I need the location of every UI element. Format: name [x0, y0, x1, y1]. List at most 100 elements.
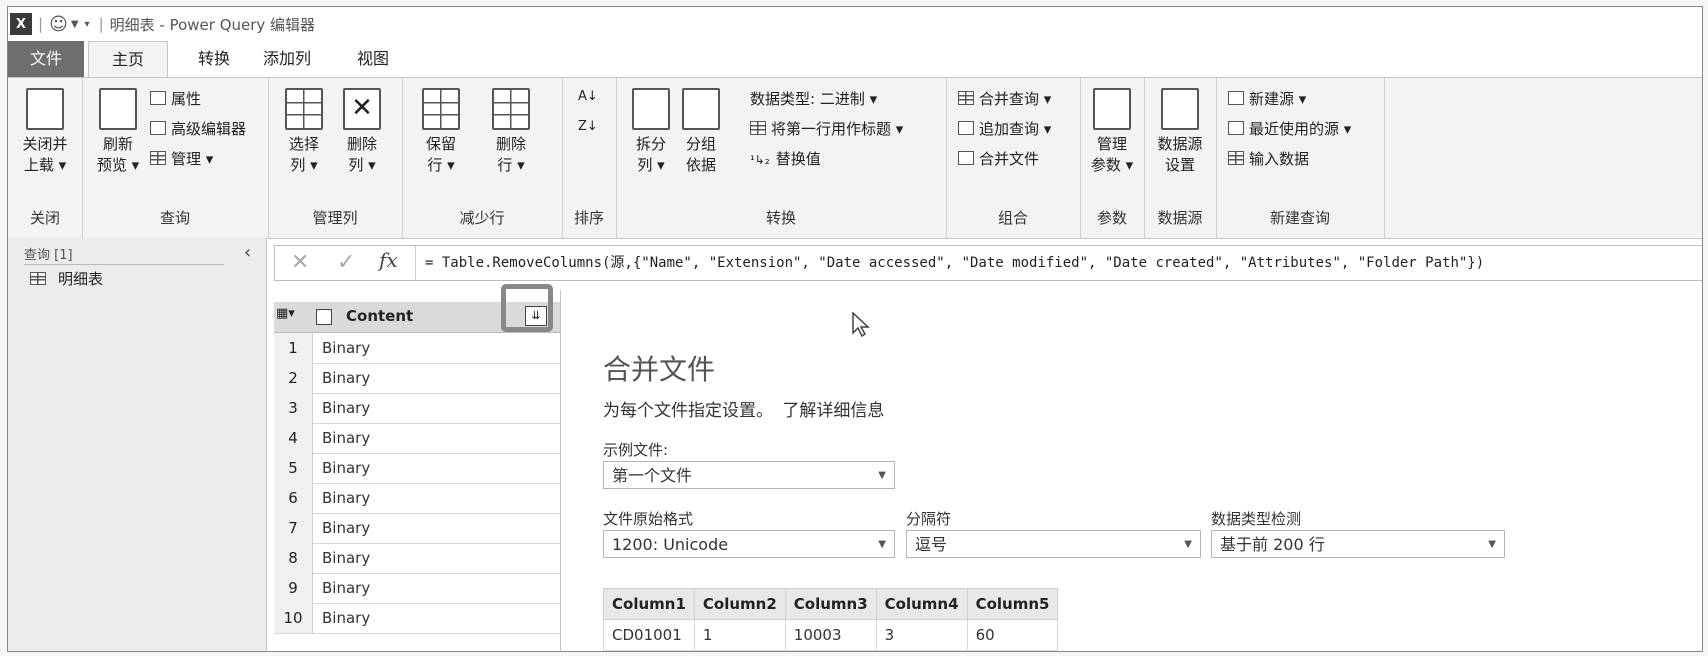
- binary-cell[interactable]: Binary: [322, 423, 370, 453]
- collapse-pane-chevron-icon[interactable]: ‹: [244, 242, 251, 263]
- remove-columns-button[interactable]: ✕ 删除 列 ▾: [338, 88, 386, 176]
- split-column-button[interactable]: 拆分 列 ▾: [628, 88, 674, 176]
- enter-data-button[interactable]: 输入数据: [1228, 148, 1309, 170]
- keep-rows-label-2: 行 ▾: [427, 156, 455, 174]
- refresh-label-2: 预览 ▾: [96, 156, 140, 174]
- formula-input[interactable]: = Table.RemoveColumns(源,{"Name", "Extens…: [425, 246, 1484, 280]
- preview-column-header: Column1: [603, 588, 695, 620]
- quick-access-customize-icon[interactable]: ▾: [85, 19, 90, 30]
- chevron-down-icon[interactable]: ▼: [71, 19, 79, 30]
- file-origin-select[interactable]: 1200: Unicode ▼: [603, 530, 895, 558]
- group-sort: A↓ Z↓ 排序: [562, 78, 617, 238]
- choose-columns-label-2: 列 ▾: [290, 156, 318, 174]
- group-transform: 拆分 列 ▾ 分组 依据 数据类型: 二进制 ▾ 将第一行用作标题 ▾ ¹↳₂ 替…: [616, 78, 947, 238]
- file-origin-label: 文件原始格式: [603, 510, 694, 528]
- data-type-dropdown[interactable]: 数据类型: 二进制 ▾: [750, 88, 877, 110]
- confirm-formula-icon[interactable]: ✓: [337, 246, 355, 280]
- panel-description: 为每个文件指定设置。 了解详细信息: [603, 396, 884, 421]
- tab-view[interactable]: 视图: [348, 41, 398, 77]
- dropdown-arrow-icon: ▼: [1184, 539, 1192, 550]
- table-row[interactable]: 4 Binary: [274, 423, 560, 454]
- sort-descending-icon[interactable]: Z↓: [578, 116, 598, 138]
- combine-files-button[interactable]: 合并文件: [958, 148, 1039, 170]
- table-row[interactable]: 3 Binary: [274, 393, 560, 424]
- tab-file[interactable]: 文件: [8, 41, 84, 77]
- row-number: 8: [274, 543, 313, 573]
- column-type-icon[interactable]: [316, 309, 332, 325]
- table-row[interactable]: 8 Binary: [274, 543, 560, 574]
- preview-column-header: Column4: [875, 588, 968, 620]
- group-new-query: 新建源 ▾ 最近使用的源 ▾ 输入数据 新建查询: [1216, 78, 1385, 238]
- append-queries-button[interactable]: 追加查询 ▾: [958, 118, 1051, 140]
- new-source-label: 新建源 ▾: [1249, 90, 1307, 108]
- group-query: 刷新 预览 ▾ 属性 高级编辑器 管理 ▾ 查询: [82, 78, 269, 238]
- binary-cell[interactable]: Binary: [322, 333, 370, 363]
- table-row[interactable]: 9 Binary: [274, 573, 560, 604]
- first-row-header-button[interactable]: 将第一行用作标题 ▾: [750, 118, 903, 140]
- data-type-detection-select[interactable]: 基于前 200 行 ▼: [1211, 530, 1505, 558]
- table-row[interactable]: 5 Binary: [274, 453, 560, 484]
- tab-add-column[interactable]: 添加列: [258, 41, 316, 77]
- query-item-mingxibiao[interactable]: 明细表: [30, 268, 103, 289]
- remove-columns-icon: ✕: [343, 88, 381, 130]
- tab-home[interactable]: 主页: [88, 41, 168, 79]
- delimiter-label: 分隔符: [906, 510, 952, 528]
- table-row[interactable]: 6 Binary: [274, 483, 560, 514]
- fx-icon[interactable]: fx: [379, 248, 398, 272]
- group-label-reduce-rows: 减少行: [459, 209, 505, 227]
- group-label-transform: 转换: [765, 209, 796, 227]
- new-source-button[interactable]: 新建源 ▾: [1228, 88, 1306, 110]
- advanced-editor-button[interactable]: 高级编辑器: [150, 118, 246, 140]
- table-row[interactable]: 2 Binary: [274, 363, 560, 394]
- manage-parameters-button[interactable]: 管理 参数 ▾: [1088, 88, 1136, 176]
- first-row-header-label: 将第一行用作标题 ▾: [771, 120, 904, 138]
- title-separator: |: [38, 15, 44, 33]
- table-menu-icon[interactable]: ▦▾: [276, 306, 295, 321]
- binary-cell[interactable]: Binary: [322, 393, 370, 423]
- row-number: 6: [274, 483, 313, 513]
- binary-cell[interactable]: Binary: [322, 603, 370, 633]
- row-number: 7: [274, 513, 313, 543]
- binary-cell[interactable]: Binary: [322, 513, 370, 543]
- excel-app-icon[interactable]: X: [10, 13, 32, 35]
- data-source-label-2: 设置: [1164, 156, 1195, 174]
- tab-transform[interactable]: 转换: [184, 41, 244, 77]
- table-row[interactable]: 1 Binary: [274, 333, 560, 364]
- properties-button[interactable]: 属性: [150, 88, 201, 110]
- enter-data-icon: [1228, 151, 1244, 165]
- combine-files-icon: [958, 151, 974, 165]
- replace-values-button[interactable]: ¹↳₂ 替换值: [750, 148, 821, 171]
- group-by-label-2: 依据: [685, 156, 716, 174]
- binary-cell[interactable]: Binary: [322, 543, 370, 573]
- table-row[interactable]: 7 Binary: [274, 513, 560, 544]
- cancel-formula-icon[interactable]: ✕: [291, 246, 309, 280]
- preview-column-header: Column2: [693, 588, 786, 620]
- binary-cell[interactable]: Binary: [322, 453, 370, 483]
- recent-sources-button[interactable]: 最近使用的源 ▾: [1228, 118, 1351, 140]
- binary-cell[interactable]: Binary: [322, 483, 370, 513]
- feedback-smiley-icon[interactable]: ☺: [49, 14, 68, 35]
- sample-file-select[interactable]: 第一个文件 ▼: [603, 461, 895, 489]
- delimiter-select[interactable]: 逗号 ▼: [906, 530, 1201, 558]
- binary-cell[interactable]: Binary: [322, 573, 370, 603]
- merge-queries-button[interactable]: 合并查询 ▾: [958, 88, 1051, 110]
- group-by-button[interactable]: 分组 依据: [678, 88, 724, 176]
- group-label-data-source: 数据源: [1157, 209, 1203, 227]
- data-source-settings-button[interactable]: 数据源 设置: [1150, 88, 1210, 176]
- group-label-query: 查询: [159, 209, 190, 227]
- choose-columns-button[interactable]: 选择 列 ▾: [280, 88, 328, 176]
- refresh-preview-button[interactable]: 刷新 预览 ▾: [90, 88, 146, 176]
- column-header-content[interactable]: Content: [346, 307, 413, 325]
- remove-rows-button[interactable]: 删除 行 ▾: [486, 88, 536, 176]
- data-type-detection-label: 数据类型检测: [1211, 510, 1302, 528]
- sort-ascending-icon[interactable]: A↓: [578, 86, 598, 108]
- refresh-icon: [99, 88, 137, 130]
- keep-rows-button[interactable]: 保留 行 ▾: [416, 88, 466, 176]
- split-label-2: 列 ▾: [637, 156, 665, 174]
- learn-more-link[interactable]: 了解详细信息: [782, 401, 884, 421]
- close-and-load-button[interactable]: 关闭并 上载 ▾: [14, 88, 76, 176]
- binary-cell[interactable]: Binary: [322, 363, 370, 393]
- table-row[interactable]: 10 Binary: [274, 603, 560, 634]
- expand-button-highlight: [501, 284, 553, 332]
- manage-button[interactable]: 管理 ▾: [150, 148, 213, 170]
